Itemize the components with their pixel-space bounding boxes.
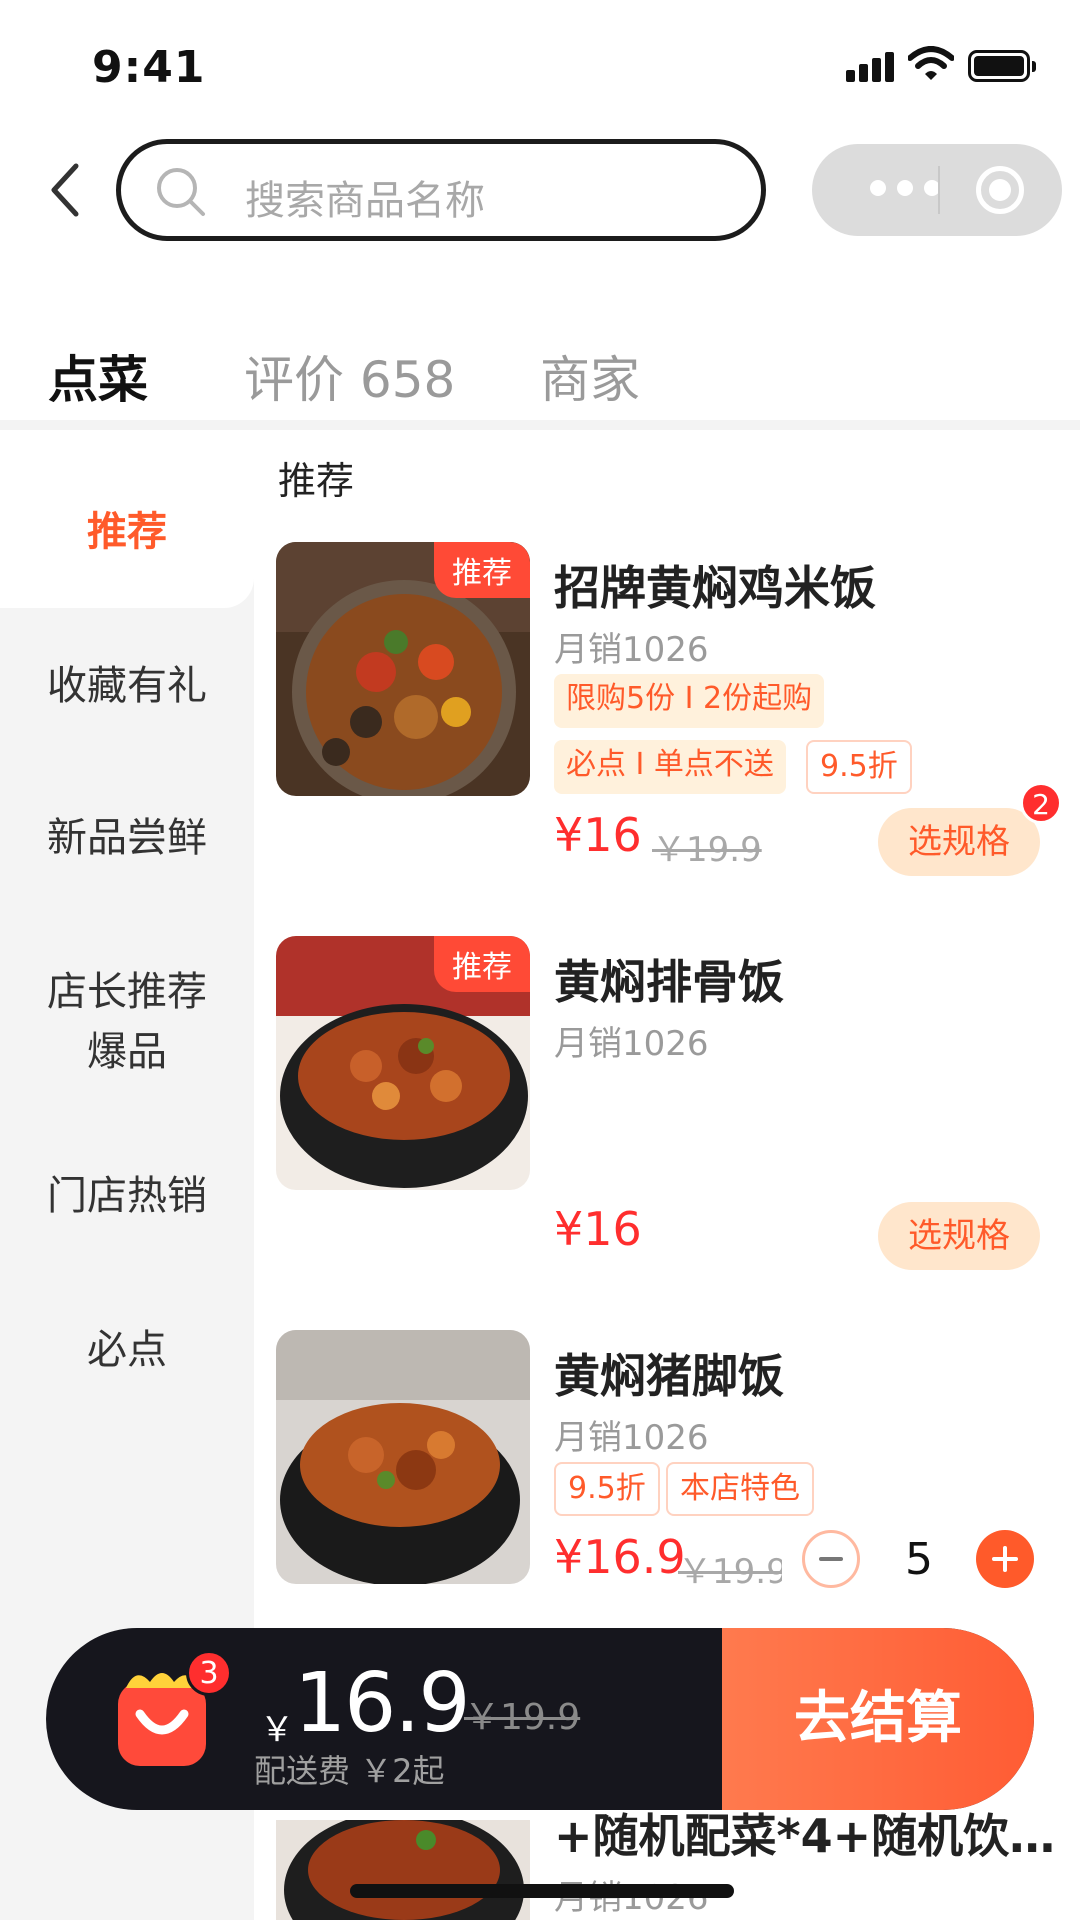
divider [0, 420, 1080, 430]
product-image: 推荐 [276, 542, 530, 796]
cart-total: 16.9 [294, 1656, 471, 1751]
section-title: 推荐 [278, 459, 355, 503]
recommend-badge: 推荐 [434, 542, 530, 598]
quantity-value: 5 [905, 1534, 933, 1585]
product-image: 推荐 [276, 936, 530, 1190]
product-name: 黄焖猪脚饭 [554, 1349, 784, 1403]
back-icon[interactable] [44, 160, 88, 220]
tag-limit: 限购5份 I 2份起购 [554, 674, 825, 728]
tag-specialty: 本店特色 [666, 1462, 814, 1516]
quantity-plus-button[interactable] [976, 1530, 1034, 1588]
sidebar-item-new[interactable]: 新品尝鲜 [0, 808, 254, 868]
product-image [276, 1820, 530, 1920]
product-card[interactable]: 黄焖猪脚饭 月销1026 9.5折 本店特色 ¥16.9 ￥19.9 5 [254, 1330, 1080, 1630]
tag-discount: 9.5折 [554, 1462, 660, 1516]
sidebar-item-label: 店长推荐 [47, 969, 207, 1015]
spec-count-badge: 2 [1020, 782, 1062, 824]
quantity-minus-button[interactable] [802, 1530, 860, 1588]
search-input[interactable]: 搜索商品名称 [116, 139, 766, 241]
tab-order[interactable]: 点菜 [48, 340, 148, 412]
cart-count-badge: 3 [186, 1650, 232, 1696]
product-sales: 月销1026 [554, 630, 709, 670]
cart-old-total: ￥19.9 [464, 1697, 581, 1738]
delivery-fee: 配送费 ￥2起 [254, 1752, 445, 1790]
product-sales: 月销1026 [554, 1418, 709, 1458]
recommend-badge: 推荐 [434, 936, 530, 992]
product-sales: 月销1026 [554, 1024, 709, 1064]
sidebar-item-collect-gift[interactable]: 收藏有礼 [0, 656, 254, 716]
select-spec-button[interactable]: 选规格 [878, 1202, 1040, 1270]
cart-bar: 3 ￥ 16.9 ￥19.9 配送费 ￥2起 去结算 [46, 1628, 1034, 1810]
product-name: 黄焖排骨饭 [554, 955, 784, 1009]
product-price: ¥16 [554, 1202, 642, 1256]
status-time: 9:41 [92, 42, 206, 93]
home-indicator [350, 1884, 734, 1898]
product-old-price: ￥19.9 [652, 830, 762, 870]
signal-icon [846, 52, 896, 82]
sidebar-item-must-order[interactable]: 必点 [0, 1320, 254, 1380]
product-image [276, 1330, 530, 1584]
more-icon[interactable] [870, 180, 940, 200]
checkout-button[interactable]: 去结算 [722, 1628, 1034, 1810]
select-spec-button[interactable]: 选规格 [878, 808, 1040, 876]
sidebar-item-label-line2: 爆品 [87, 1029, 167, 1075]
product-price: ¥16.9 [554, 1530, 686, 1584]
product-old-price-clip: ￥19.9 [678, 1544, 782, 1584]
mini-program-capsule [812, 144, 1062, 236]
product-name: 招牌黄焖鸡米饭 [554, 561, 876, 615]
capsule-divider [938, 166, 940, 214]
tag-must-order: 必点 I 单点不送 [554, 740, 786, 794]
status-bar: 9:41 [0, 0, 1080, 130]
tag-discount: 9.5折 [806, 740, 912, 794]
search-placeholder: 搜索商品名称 [245, 178, 485, 224]
battery-icon [968, 50, 1036, 82]
product-card[interactable]: 推荐 招牌黄焖鸡米饭 月销1026 限购5份 I 2份起购 必点 I 单点不送 … [254, 542, 1080, 876]
product-card[interactable]: 推荐 黄焖排骨饭 月销1026 ¥16 选规格 [254, 936, 1080, 1270]
tab-merchant[interactable]: 商家 [540, 340, 640, 412]
sidebar-item-recommend[interactable]: 推荐 [0, 502, 254, 562]
wifi-icon [908, 46, 954, 80]
sidebar-item-hot[interactable]: 门店热销 [0, 1166, 254, 1226]
tab-reviews[interactable]: 评价 658 [244, 340, 455, 412]
cart-currency: ￥ [260, 1710, 294, 1750]
product-old-price: ￥19.9 [678, 1552, 782, 1584]
search-icon [157, 168, 205, 216]
product-card[interactable]: +随机配菜*4+随机饮… 月销1026 [254, 1809, 1080, 1920]
tab-bar: 点菜 评价 658 商家 [0, 330, 1080, 432]
product-price: ¥16 [554, 808, 642, 862]
close-mini-program-icon[interactable] [976, 166, 1024, 214]
sidebar-item-manager-pick[interactable]: 店长推荐 爆品 [0, 962, 254, 1082]
